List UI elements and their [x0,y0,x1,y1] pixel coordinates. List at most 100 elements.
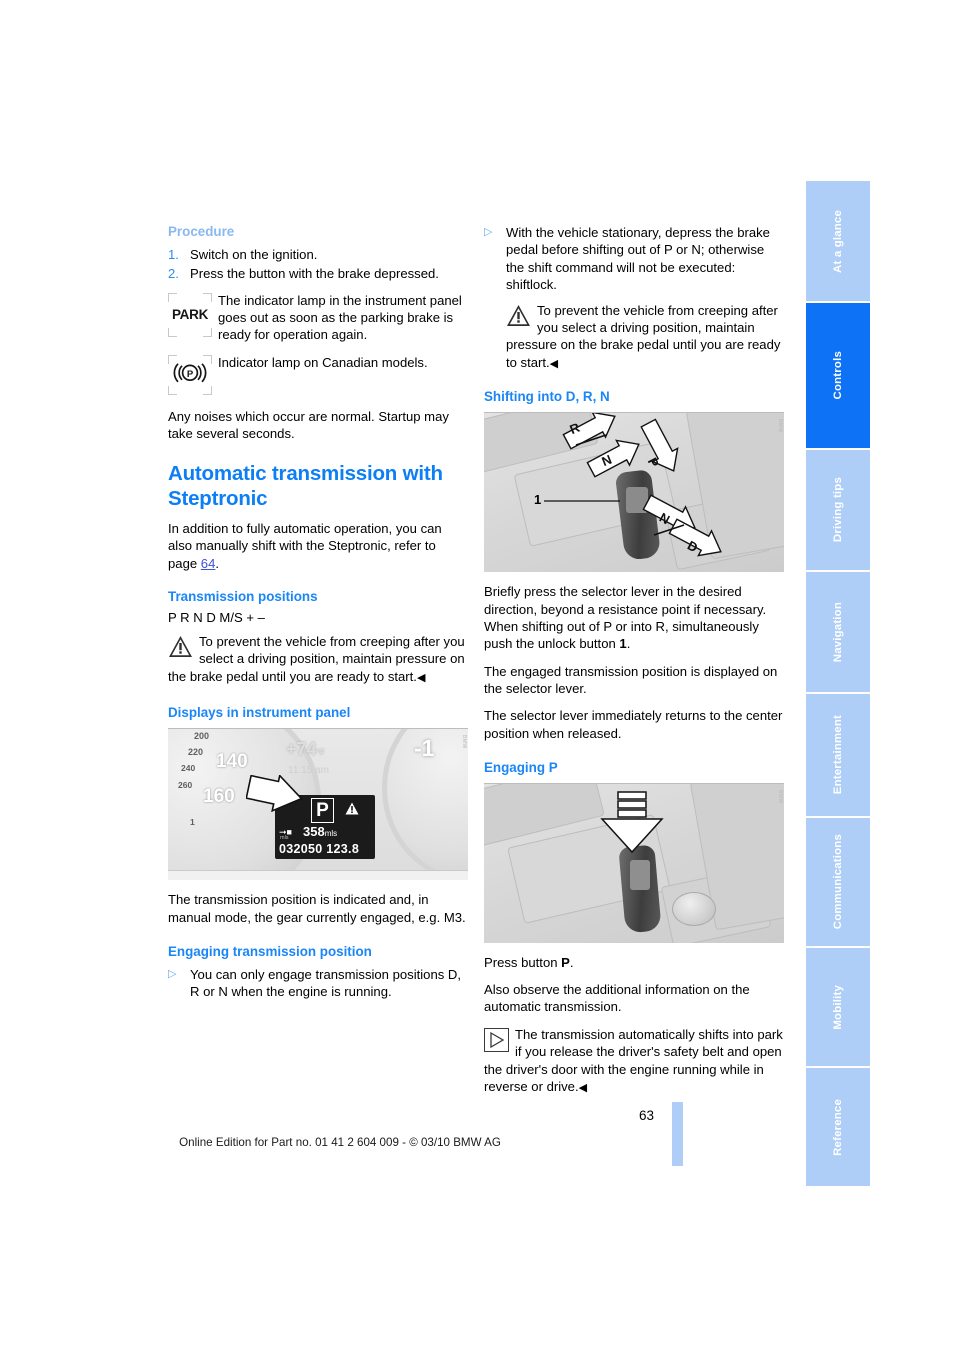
press-down-arrow-icon [600,790,664,853]
creeping-warning-right-text: To prevent the vehicle from creeping aft… [506,302,781,370]
step-text: Switch on the ignition. [190,246,318,262]
button-p-label: P [561,954,570,970]
tab-label: Mobility [832,984,844,1030]
figure-watermark: BMW [777,419,783,433]
manual-page: Procedure 1. Switch on the ignition. 2. … [0,0,954,1350]
unlock-button-callout: 1 [534,492,542,508]
range-unit: mls [324,829,338,839]
transmission-positions-heading: Transmission positions [168,588,318,604]
observe-info-text: Also observe the additional information … [484,982,750,1015]
triangle-bullet-icon: ▷ [168,967,177,980]
speed-label-140: 140 [216,751,248,773]
step-text: Press the button with the brake depresse… [190,266,439,282]
creeping-warning-left: To prevent the vehicle from creeping aft… [168,633,468,685]
park-indicator-note: PARK The indicator lamp in the instrumen… [168,292,468,344]
park-icon-label: PARK [171,306,209,322]
press-button-p-text: Press button P. [484,954,784,971]
shifting-instruction-c: . [626,636,631,652]
speed-tick-220: 220 [188,747,204,758]
callout-arrow-icon [245,774,304,826]
steptronic-intro-c: . [215,555,219,571]
instrument-cluster-figure: 200 220 240 260 1 140 160 -1 +74°F 11:15… [168,728,468,881]
tab-communications[interactable]: Communications [806,818,870,946]
left-column: Procedure 1. Switch on the ignition. 2. … [168,224,468,1009]
odometer-reading: 032050 123.8 [279,842,360,857]
tab-label: Entertainment [832,715,844,795]
tab-label: At a glance [832,209,844,273]
engaging-park-figure: BMW [484,782,784,943]
engaging-position-bullet-text: You can only engage transmission positio… [190,966,462,999]
tab-reference[interactable]: Reference [806,1068,870,1186]
selector-lever-directions-figure: R N P N D 1 BMW [484,412,784,573]
displays-panel-heading: Displays in instrument panel [168,705,351,721]
end-mark: ◀ [416,671,426,684]
lever-return-text: The selector lever immediately returns t… [484,708,783,741]
figure-watermark: BMW [777,789,783,804]
warning-triangle-icon [506,304,531,327]
temperature-unit: °F [316,748,325,758]
procedure-step: 1. Switch on the ignition. [168,246,468,263]
tab-at-a-glance[interactable]: At a glance [806,181,870,301]
tab-entertainment[interactable]: Entertainment [806,694,870,816]
procedure-step: 2. Press the button with the brake depre… [168,265,468,282]
page-number: 63 [638,1108,654,1123]
copyright-line: Online Edition for Part no. 01 41 2 604 … [179,1136,501,1149]
page-64-link[interactable]: 64 [201,556,216,571]
end-mark: ◀ [549,357,559,370]
outside-temperature: +74°F [286,739,325,760]
tab-label: Driving tips [832,477,844,543]
press-button-c: . [569,954,574,970]
warning-triangle-icon [168,635,193,658]
speed-tick-260: 260 [178,780,193,791]
press-button-a: Press button [484,954,562,970]
page-title: Automatic transmission with Steptronic [168,462,443,510]
shifting-heading: Shifting into D, R, N [484,389,610,405]
step-number: 2. [168,266,179,282]
procedure-heading: Procedure [168,224,235,239]
end-mark: ◀ [578,1081,588,1094]
tab-navigation[interactable]: Navigation [806,572,870,692]
canada-indicator-note: P Indicator lamp on Canadian models. [168,354,468,395]
speed-tick-240: 240 [181,763,196,774]
tab-label: Reference [832,1098,844,1156]
speed-tick-200: 200 [194,731,210,742]
gear-position-indicator: P [311,798,334,824]
tab-mobility[interactable]: Mobility [806,948,870,1066]
remaining-range: 358mls [303,824,338,840]
note-triangle-icon [484,1027,509,1052]
park-indicator-icon: PARK [168,292,212,337]
tab-label: Communications [832,834,844,930]
auto-park-note-text: The transmission automatically shifts in… [484,1026,783,1094]
trip-reading: 123.8 [326,842,360,857]
direction-arrows [544,413,722,557]
triangle-bullet-icon: ▷ [484,226,493,238]
tab-driving-tips[interactable]: Driving tips [806,450,870,570]
odometer-unit: mls [280,835,289,842]
lcd-warning-icon [345,802,359,820]
canada-indicator-note-text: Indicator lamp on Canadian models. [218,354,428,370]
tab-controls[interactable]: Controls [806,303,870,448]
tab-label: Navigation [832,601,844,663]
shiftlock-bullet: ▷ With the vehicle stationary, depress t… [484,224,784,294]
parking-brake-canada-icon: P [168,354,212,395]
speed-tick-1: 1 [190,817,195,828]
steptronic-intro: In addition to fully automatic operation… [168,520,468,572]
chapter-tab-rail: At a glance Controls Driving tips Naviga… [806,181,870,1188]
creeping-warning-right: To prevent the vehicle from creeping aft… [506,302,784,372]
shifting-instruction: Briefly press the selector lever in the … [484,583,784,652]
right-column: ▷ With the vehicle stationary, depress t… [484,224,784,1106]
transmission-positions-list: P R N D M/S + – [168,609,265,625]
startup-noise-text: Any noises which occur are normal. Start… [168,408,449,442]
idrive-controller-icon [672,891,716,926]
position-display-text: The engaged transmission position is dis… [484,663,778,696]
engaging-position-bullet: ▷ You can only engage transmission posit… [168,966,468,1001]
tab-label: Controls [832,351,844,400]
park-indicator-note-text: The indicator lamp in the instrument pan… [218,292,462,343]
page-edge-marker [672,1102,683,1166]
engaging-position-heading: Engaging transmission position [168,943,372,959]
step-number: 1. [168,246,179,262]
tach-label: -1 [414,735,435,762]
figure-watermark: BMW [461,735,467,749]
speed-label-160: 160 [203,786,235,808]
engaging-p-heading: Engaging P [484,759,558,775]
